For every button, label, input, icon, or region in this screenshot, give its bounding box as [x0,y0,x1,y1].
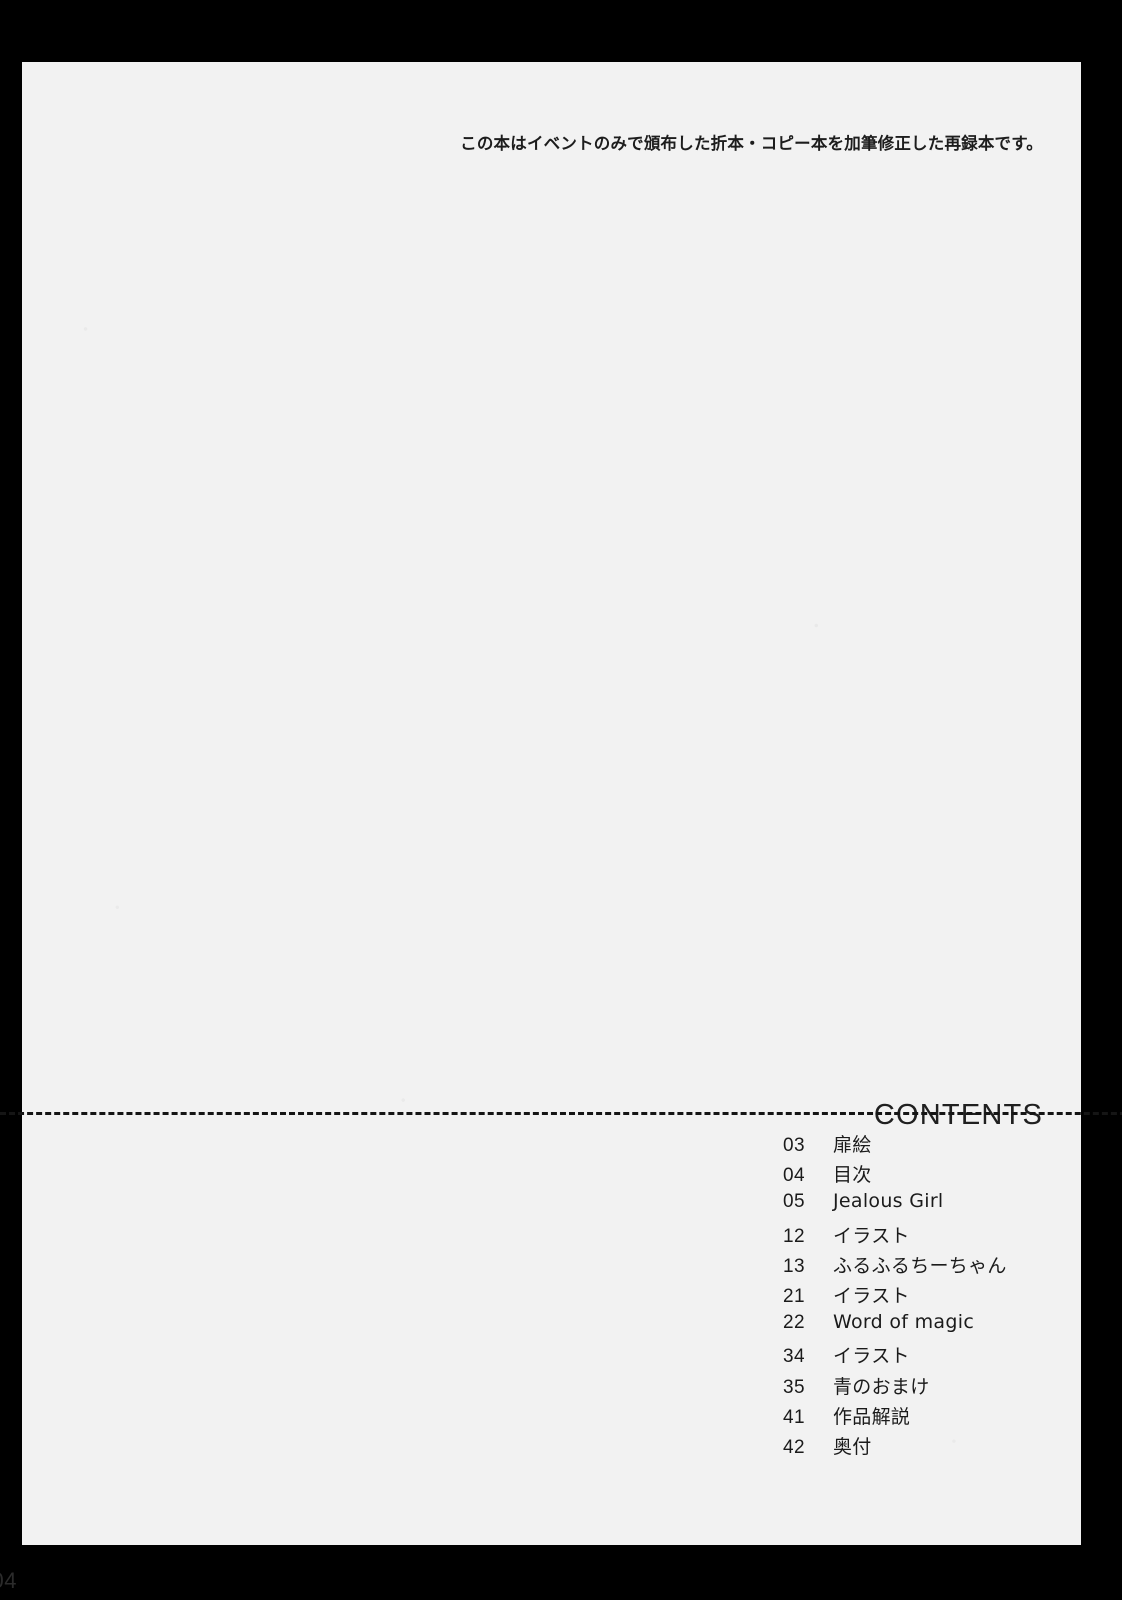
toc-entry-title: 作品解説 [833,1405,911,1428]
toc-page-number: 13 [783,1255,805,1277]
toc-page-number: 35 [783,1376,805,1398]
toc-page-number: 12 [783,1225,805,1247]
list-item: 12 イラスト [783,1221,1081,1251]
toc-entry-title: イラスト [833,1284,910,1307]
header-note: この本はイベントのみで頒布した折本・コピー本を加筆修正した再録本です。 [460,134,1043,153]
folio-page-number: 04 [0,1568,17,1593]
toc-page-number: 42 [783,1436,805,1458]
dashed-divider [0,1112,1122,1115]
list-item: 03 扉絵 [783,1130,1081,1160]
toc-page-number: 22 [783,1312,805,1334]
toc-page-number: 04 [783,1165,805,1187]
list-item: 05 Jealous Girl [783,1190,1081,1220]
toc-entry-title: Jealous Girl [833,1190,944,1213]
list-item: 13 ふるふるちーちゃん [783,1251,1081,1281]
toc-page-number: 03 [783,1135,805,1156]
page-title: CONTENTS [873,1099,1043,1131]
list-item: 35 青のおまけ [783,1372,1081,1402]
toc-entry-title: Word of magic [833,1311,975,1334]
toc-entry-title: 扉絵 [833,1134,872,1156]
toc-page-number: 34 [783,1346,805,1368]
list-item: 21 イラスト [783,1281,1081,1311]
scanned-page-sheet: この本はイベントのみで頒布した折本・コピー本を加筆修正した再録本です。 CONT… [0,62,1122,1545]
list-item: 34 イラスト [783,1341,1081,1371]
toc-page-number: 41 [783,1406,805,1428]
toc-page-number: 05 [783,1191,805,1213]
toc-entry-title: ふるふるちーちゃん [833,1254,1007,1277]
list-item: 04 目次 [783,1160,1081,1190]
toc-entry-title: 奥付 [833,1435,872,1458]
table-of-contents: 03 扉絵 04 目次 05 Jealous Girl 12 イラスト 13 ふ… [783,1130,1081,1462]
list-item: 22 Word of magic [783,1311,1081,1341]
list-item: 42 奥付 [783,1432,1081,1462]
list-item: 41 作品解説 [783,1402,1081,1432]
toc-entry-title: イラスト [833,1345,910,1368]
toc-page-number: 21 [783,1285,805,1307]
toc-entry-title: 青のおまけ [833,1375,930,1398]
toc-entry-title: 目次 [833,1164,872,1187]
toc-entry-title: イラスト [833,1224,910,1247]
